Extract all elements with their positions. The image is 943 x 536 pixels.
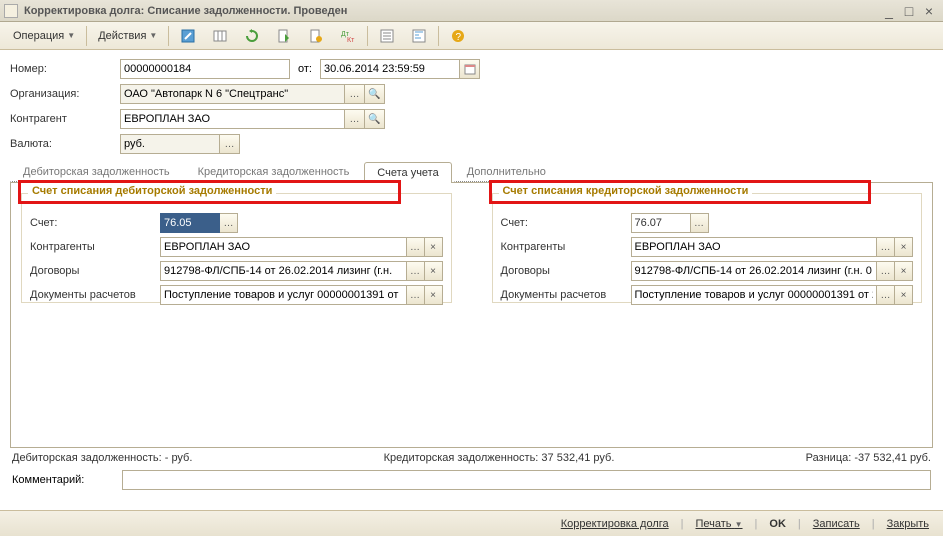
comment-input[interactable]: [122, 470, 931, 490]
kontr-select-button[interactable]: …: [345, 109, 365, 129]
kontr-input[interactable]: [120, 109, 345, 129]
kreditor-fieldset: Счет списания кредиторской задолженности…: [492, 193, 923, 303]
tb-icon-help[interactable]: ?: [443, 25, 473, 47]
footer-korr[interactable]: Корректировка долга: [557, 515, 673, 533]
comment-label: Комментарий:: [12, 474, 122, 486]
footer-bar: Корректировка долга | Печать ▼ | OK | За…: [0, 510, 943, 536]
kreditor-legend: Счет списания кредиторской задолженности: [499, 185, 753, 197]
deb-r-clear[interactable]: ×: [425, 285, 443, 305]
status-diff: Разница: -37 532,41 руб.: [806, 452, 931, 464]
footer-print[interactable]: Печать ▼: [692, 515, 747, 533]
close-button[interactable]: ×: [919, 3, 939, 19]
valuta-select-button[interactable]: …: [220, 134, 240, 154]
number-label: Номер:: [10, 63, 120, 75]
kred-d-clear[interactable]: ×: [895, 261, 913, 281]
tab-bar: Дебиторская задолженность Кредиторская з…: [10, 161, 933, 183]
from-label: от:: [290, 63, 320, 75]
tb-icon-2[interactable]: [205, 25, 235, 47]
tab-accounts[interactable]: Счета учета: [364, 162, 451, 183]
kred-d-input[interactable]: [631, 261, 878, 281]
tb-icon-dtkt[interactable]: ДтКт: [333, 25, 363, 47]
status-kred: Кредиторская задолженность: 37 532,41 ру…: [384, 452, 615, 464]
footer-save[interactable]: Записать: [809, 515, 864, 533]
actions-menu[interactable]: Действия▼: [91, 25, 164, 47]
deb-acc-select[interactable]: …: [220, 213, 238, 233]
kred-acc-select[interactable]: …: [691, 213, 709, 233]
deb-r-select[interactable]: …: [407, 285, 425, 305]
kred-k-clear[interactable]: ×: [895, 237, 913, 257]
kred-r-input[interactable]: [631, 285, 878, 305]
kred-acc-label: Счет:: [501, 217, 631, 229]
valuta-label: Валюта:: [10, 138, 120, 150]
valuta-input[interactable]: [120, 134, 220, 154]
kred-k-label: Контрагенты: [501, 241, 631, 253]
kred-acc-input[interactable]: [631, 213, 691, 233]
deb-acc-input[interactable]: [160, 213, 220, 233]
title-bar: Корректировка долга: Списание задолженно…: [0, 0, 943, 22]
date-input[interactable]: [320, 59, 460, 79]
deb-d-input[interactable]: [160, 261, 407, 281]
deb-k-clear[interactable]: ×: [425, 237, 443, 257]
deb-k-select[interactable]: …: [407, 237, 425, 257]
tb-icon-refresh[interactable]: [237, 25, 267, 47]
minimize-button[interactable]: _: [879, 3, 899, 19]
footer-close[interactable]: Закрыть: [883, 515, 933, 533]
debitor-fieldset: Счет списания дебиторской задолженности …: [21, 193, 452, 303]
tab-additional[interactable]: Дополнительно: [454, 161, 559, 182]
status-row: Дебиторская задолженность: - руб. Кредит…: [10, 448, 933, 468]
kred-r-clear[interactable]: ×: [895, 285, 913, 305]
kontr-label: Контрагент: [10, 113, 120, 125]
footer-ok[interactable]: OK: [765, 515, 790, 533]
kred-k-select[interactable]: …: [877, 237, 895, 257]
org-select-button[interactable]: …: [345, 84, 365, 104]
kontr-search-button[interactable]: 🔍: [365, 109, 385, 129]
kred-d-label: Договоры: [501, 265, 631, 277]
status-deb: Дебиторская задолженность: - руб.: [12, 452, 192, 464]
svg-text:?: ?: [456, 32, 462, 43]
deb-r-label: Документы расчетов: [30, 289, 160, 301]
kred-r-select[interactable]: …: [877, 285, 895, 305]
operation-menu[interactable]: Операция▼: [6, 25, 82, 47]
deb-r-input[interactable]: [160, 285, 407, 305]
org-label: Организация:: [10, 88, 120, 100]
tb-icon-struct[interactable]: [404, 25, 434, 47]
deb-d-label: Договоры: [30, 265, 160, 277]
org-search-button[interactable]: 🔍: [365, 84, 385, 104]
toolbar: Операция▼ Действия▼ ДтКт ?: [0, 22, 943, 50]
tb-icon-4[interactable]: [269, 25, 299, 47]
tab-debitor[interactable]: Дебиторская задолженность: [10, 161, 183, 182]
deb-acc-label: Счет:: [30, 217, 160, 229]
tab-kreditor[interactable]: Кредиторская задолженность: [185, 161, 363, 182]
tb-icon-1[interactable]: [173, 25, 203, 47]
maximize-button[interactable]: □: [899, 3, 919, 19]
number-input[interactable]: [120, 59, 290, 79]
kred-d-select[interactable]: …: [877, 261, 895, 281]
org-input[interactable]: [120, 84, 345, 104]
deb-d-select[interactable]: …: [407, 261, 425, 281]
app-icon: [4, 4, 18, 18]
kred-k-input[interactable]: [631, 237, 878, 257]
deb-k-label: Контрагенты: [30, 241, 160, 253]
calendar-button[interactable]: [460, 59, 480, 79]
deb-k-input[interactable]: [160, 237, 407, 257]
tb-icon-list[interactable]: [372, 25, 402, 47]
tab-panel-accounts: Счет списания дебиторской задолженности …: [10, 183, 933, 448]
debitor-legend: Счет списания дебиторской задолженности: [28, 185, 276, 197]
content-area: Номер: от: Организация: … 🔍 Контрагент ……: [0, 50, 943, 500]
tb-icon-5[interactable]: [301, 25, 331, 47]
deb-d-clear[interactable]: ×: [425, 261, 443, 281]
svg-text:Кт: Кт: [347, 37, 355, 44]
kred-r-label: Документы расчетов: [501, 289, 631, 301]
window-title: Корректировка долга: Списание задолженно…: [24, 5, 879, 17]
